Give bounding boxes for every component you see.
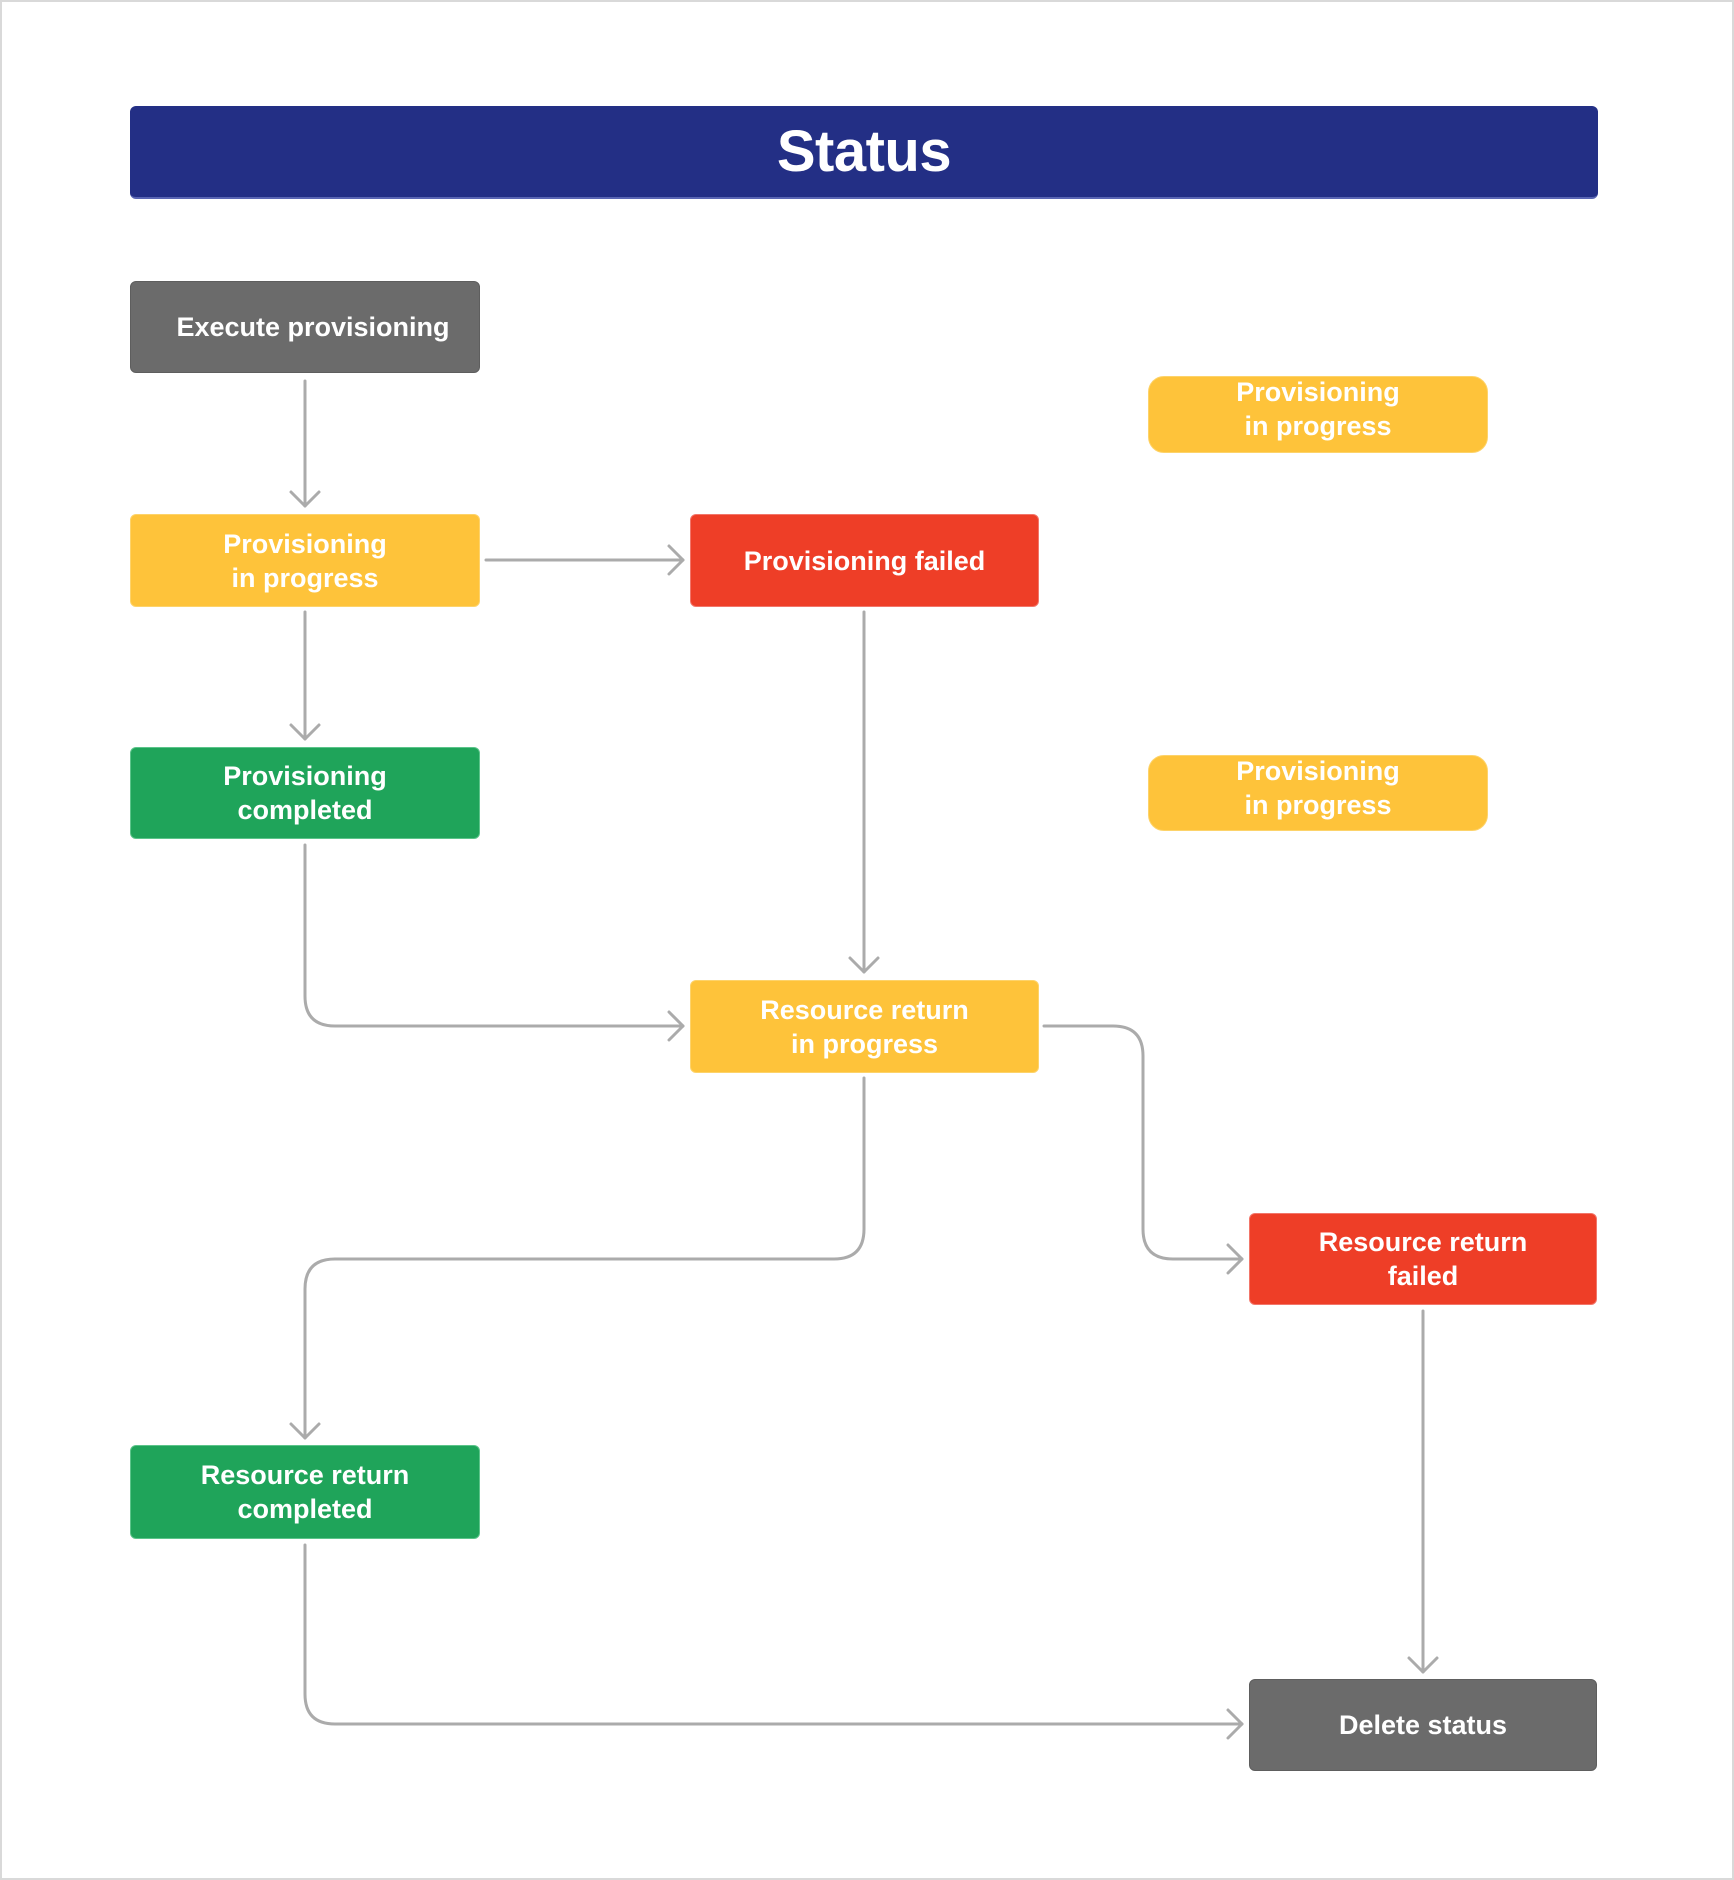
node-delete-status[interactable]: Delete status — [1249, 1679, 1597, 1771]
node-label: Provisioning in progress — [1236, 377, 1400, 441]
node-label: Delete status — [1338, 1710, 1508, 1740]
node-label: Provisioning in progress — [223, 528, 387, 593]
node-label: Provisioning completed — [223, 761, 387, 825]
node-resource-return-in-progress[interactable]: Resource return in progress — [690, 980, 1039, 1073]
node-label: Resource return completed — [200, 1460, 410, 1524]
node-provisioning-completed[interactable]: Provisioning completed — [130, 747, 480, 839]
node-provisioning-failed[interactable]: Provisioning failed — [690, 514, 1039, 607]
legend-provisioning-in-progress-1[interactable]: Provisioning in progress — [1148, 376, 1488, 453]
header-title: Status — [776, 119, 952, 184]
node-label: Resource return failed — [1318, 1227, 1528, 1291]
node-resource-return-failed[interactable]: Resource return failed — [1249, 1213, 1597, 1305]
node-label: Provisioning in progress — [1236, 756, 1400, 820]
node-provisioning-in-progress[interactable]: Provisioning in progress — [130, 514, 480, 607]
node-label: Provisioning failed — [743, 545, 986, 576]
legend-provisioning-in-progress-2[interactable]: Provisioning in progress — [1148, 755, 1488, 831]
node-resource-return-completed[interactable]: Resource return completed — [130, 1445, 480, 1539]
node-execute-provisioning[interactable]: Execute provisioning — [130, 281, 480, 373]
node-label: Execute provisioning — [176, 312, 450, 342]
node-label: Resource return in progress — [760, 994, 969, 1059]
status-header: Status — [130, 106, 1598, 199]
